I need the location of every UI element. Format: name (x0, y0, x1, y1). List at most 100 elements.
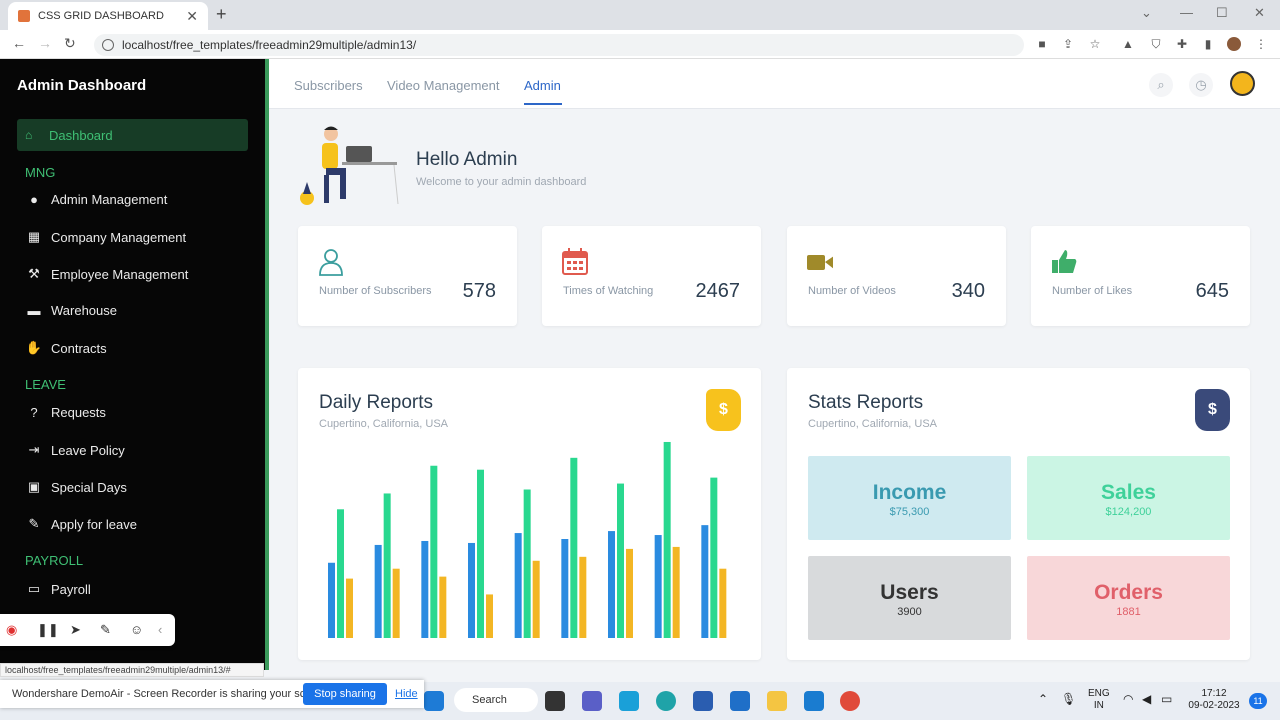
tile-value: $75,300 (889, 506, 930, 518)
stat-label: Number of Likes (1052, 285, 1133, 297)
sidebar-divider (265, 59, 269, 670)
record-icon[interactable]: ◉ (6, 622, 17, 638)
profile-icon[interactable] (1227, 37, 1241, 51)
task-view-icon[interactable] (545, 691, 565, 711)
pen-icon[interactable]: ✎ (100, 622, 111, 638)
maximize-icon[interactable]: ☐ (1216, 5, 1228, 21)
minimize-icon[interactable]: — (1180, 5, 1193, 20)
chart-bar (672, 546, 680, 638)
sidebar-item-special-days[interactable]: ▣ Special Days (25, 479, 127, 495)
chart-bar (663, 441, 671, 638)
user-icon (319, 249, 343, 276)
pause-icon[interactable]: ❚❚ (37, 622, 59, 638)
sidebar-item-requests[interactable]: ? Requests (25, 405, 106, 420)
hide-link[interactable]: Hide (395, 688, 418, 700)
chrome-icon[interactable] (840, 691, 860, 711)
panel-subtitle: Cupertino, California, USA (808, 418, 938, 430)
back-icon[interactable]: ← (12, 35, 26, 51)
close-tab-icon[interactable]: ✕ (186, 8, 198, 25)
close-window-icon[interactable]: ✕ (1254, 5, 1265, 21)
chart-bar (421, 540, 429, 638)
sign-out-icon: ⇥ (28, 442, 40, 457)
extension-icon[interactable]: ▲ (1121, 37, 1135, 51)
stat-label: Number of Subscribers (319, 285, 432, 297)
tile-title: Orders (1094, 581, 1163, 604)
chart-bar (514, 533, 522, 638)
skype-icon[interactable] (619, 691, 639, 711)
language-indicator[interactable]: ENG IN (1088, 688, 1110, 712)
browser-tab-bar: CSS GRID DASHBOARD ✕ + ⌄ — ☐ ✕ (0, 0, 1280, 30)
mail-icon[interactable] (730, 691, 750, 711)
tile-title: Income (872, 481, 947, 504)
browser-tab[interactable]: CSS GRID DASHBOARD ✕ (8, 2, 208, 30)
windows-start-icon[interactable] (424, 691, 444, 711)
stop-sharing-button[interactable]: Stop sharing (303, 683, 387, 705)
sidebar-item-contracts[interactable]: ✋ Contracts (25, 340, 107, 356)
forward-icon[interactable]: → (38, 35, 52, 51)
nav-link-subscribers[interactable]: Subscribers (294, 78, 363, 93)
share-icon[interactable]: ⇪ (1061, 37, 1075, 51)
stat-card-subscribers: Number of Subscribers 578 (298, 226, 517, 326)
volume-icon[interactable]: ◀ (1142, 693, 1151, 705)
url-field[interactable]: localhost/free_templates/freeadmin29mult… (94, 34, 1024, 56)
puzzle-icon[interactable]: ✚ (1175, 37, 1189, 51)
search-icon[interactable]: ⌕ (1149, 73, 1173, 97)
section-heading-leave: LEAVE (25, 377, 66, 392)
hero-subtitle: Welcome to your admin dashboard (416, 176, 587, 188)
bookmark-star-icon[interactable]: ☆ (1088, 37, 1102, 51)
sidebar-item-leave-policy[interactable]: ⇥ Leave Policy (25, 442, 125, 458)
clock[interactable]: 17:12 09-02-2023 (1184, 688, 1244, 712)
reload-icon[interactable]: ↻ (64, 35, 76, 52)
file-explorer-icon[interactable] (767, 691, 787, 711)
stat-label: Number of Videos (808, 285, 896, 297)
nav-link-admin[interactable]: Admin (524, 78, 561, 93)
section-heading-payroll: PAYROLL (25, 553, 84, 568)
chart-bar (710, 477, 718, 638)
sidebar-item-label: Leave Policy (51, 442, 125, 458)
wifi-icon[interactable]: ◠ (1123, 693, 1133, 705)
webcam-icon[interactable]: ☺ (130, 622, 143, 637)
shield-icon[interactable]: ⛉ (1149, 37, 1163, 51)
clock-icon[interactable]: ◷ (1189, 73, 1213, 97)
chart-bar (392, 568, 400, 638)
info-icon[interactable] (102, 39, 114, 51)
panel-title: Stats Reports (808, 392, 924, 413)
tray-chevron-icon[interactable]: ⌃ (1038, 693, 1048, 705)
sidebar-item-apply-for-leave[interactable]: ✎ Apply for leave (25, 516, 137, 532)
sidepanel-icon[interactable]: ▮ (1201, 37, 1215, 51)
sidebar-item-payroll[interactable]: ▭ Payroll (25, 581, 91, 597)
income-tile[interactable]: Income $75,300 (808, 456, 1011, 540)
sidebar-item-admin-management[interactable]: ● Admin Management (25, 192, 167, 207)
chart-bar (477, 469, 484, 638)
vscode-icon[interactable] (804, 691, 824, 711)
active-tab-indicator (524, 103, 562, 105)
chart-bar (579, 556, 587, 638)
stat-value: 340 (951, 280, 985, 302)
battery-icon[interactable]: ▭ (1161, 693, 1172, 705)
notification-badge[interactable]: 11 (1249, 693, 1267, 709)
sidebar-item-dashboard[interactable]: ⌂ Dashboard (17, 119, 248, 151)
edge-icon[interactable] (656, 691, 676, 711)
new-tab-icon[interactable]: + (216, 4, 227, 25)
nav-link-video-management[interactable]: Video Management (387, 78, 500, 93)
users-tile[interactable]: Users 3900 (808, 556, 1011, 640)
store-icon[interactable] (693, 691, 713, 711)
menu-dots-icon[interactable]: ⋮ (1254, 37, 1268, 51)
sidebar-item-label: Warehouse (51, 303, 117, 318)
sidebar-item-company-management[interactable]: ▦ Company Management (25, 229, 186, 245)
tile-value: $124,200 (1105, 506, 1152, 518)
stat-label: Times of Watching (563, 285, 654, 297)
sidebar-item-employee-management[interactable]: ⚒ Employee Management (25, 266, 188, 282)
pointer-icon[interactable]: ➤ (70, 622, 81, 638)
teams-icon[interactable] (582, 691, 602, 711)
orders-tile[interactable]: Orders 1881 (1027, 556, 1230, 640)
avatar[interactable] (1230, 71, 1255, 96)
microphone-icon[interactable]: 🎙 (1061, 693, 1076, 705)
camera-icon[interactable]: ■ (1035, 37, 1049, 51)
sidebar-item-warehouse[interactable]: ▬ Warehouse (25, 303, 118, 318)
collapse-icon[interactable]: ‹ (158, 622, 162, 637)
taskbar-search[interactable]: Search (454, 688, 538, 712)
sales-tile[interactable]: Sales $124,200 (1027, 456, 1230, 540)
chart-bar (626, 548, 633, 638)
tab-search-icon[interactable]: ⌄ (1141, 5, 1152, 21)
